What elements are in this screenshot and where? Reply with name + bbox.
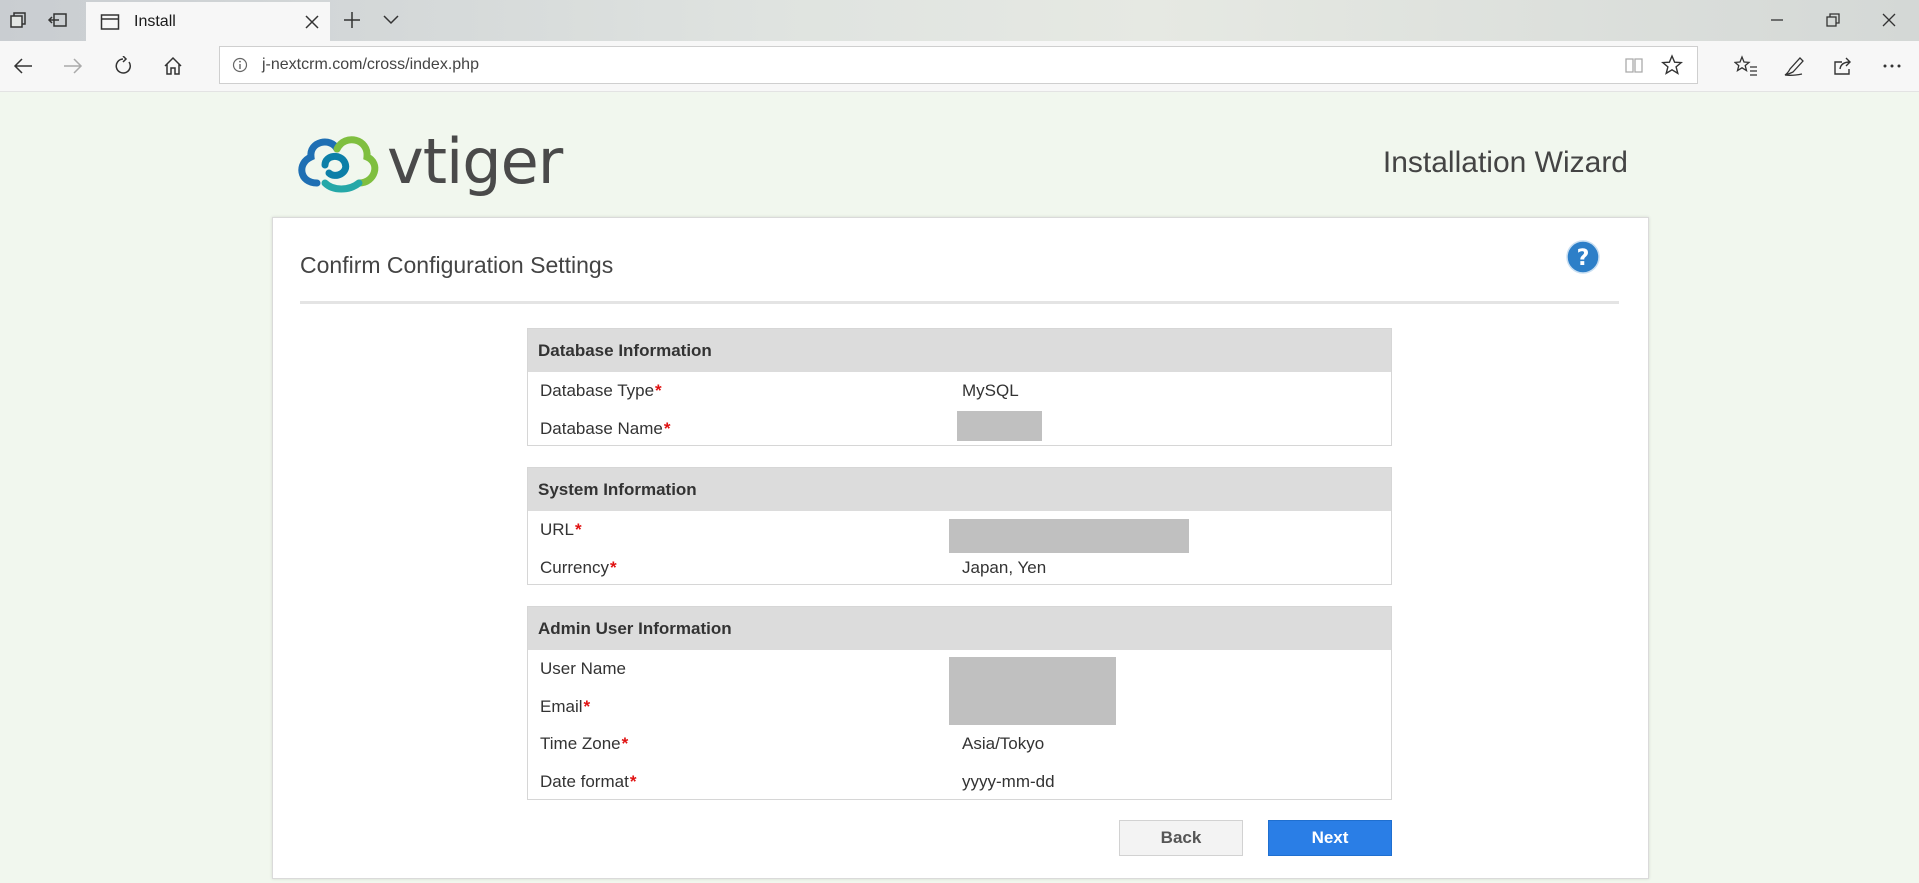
redacted-user-and-email	[949, 657, 1116, 725]
share-icon[interactable]	[1830, 53, 1856, 79]
card-divider	[300, 301, 1619, 304]
forward-icon[interactable]	[60, 53, 86, 79]
more-icon[interactable]	[1879, 53, 1905, 79]
favorite-star-icon[interactable]	[1659, 52, 1685, 78]
set-aside-tabs-icon[interactable]	[46, 8, 70, 32]
system-info-section: System Information URL* Currency* Japan,…	[527, 467, 1392, 585]
section-title: Database Information	[528, 329, 1391, 372]
field-label-user-name: User Name	[540, 659, 626, 678]
back-button[interactable]: Back	[1119, 820, 1243, 856]
vtiger-logo: vtiger	[295, 125, 585, 202]
config-card: Confirm Configuration Settings ? Databas…	[272, 217, 1649, 879]
section-title: Admin User Information	[528, 607, 1391, 650]
address-bar[interactable]: j-nextcrm.com/cross/index.php	[219, 46, 1698, 84]
field-label-currency: Currency*	[540, 558, 617, 577]
browser-nav-bar: j-nextcrm.com/cross/index.php	[0, 41, 1919, 92]
field-label-database-type: Database Type*	[540, 381, 662, 400]
database-info-section: Database Information Database Type* MySQ…	[527, 328, 1392, 446]
next-button[interactable]: Next	[1268, 820, 1392, 856]
field-label-email: Email*	[540, 697, 591, 716]
redacted-database-name	[957, 411, 1042, 441]
tab-manager-icon[interactable]	[6, 8, 30, 32]
field-value-currency: Japan, Yen	[962, 558, 1047, 577]
field-value-time-zone: Asia/Tokyo	[962, 734, 1045, 753]
redacted-url	[949, 519, 1189, 553]
tab-dropdown-icon[interactable]	[379, 8, 403, 32]
favorites-hub-icon[interactable]	[1733, 53, 1759, 79]
notes-pen-icon[interactable]	[1781, 53, 1807, 79]
browser-tab-install[interactable]: Install	[86, 2, 330, 41]
browser-tab-bar: Install	[0, 0, 1919, 41]
section-title: System Information	[528, 468, 1391, 511]
close-tab-icon[interactable]	[302, 12, 322, 32]
field-label-url: URL*	[540, 520, 582, 539]
reading-view-icon[interactable]	[1621, 52, 1647, 78]
field-label-time-zone: Time Zone*	[540, 734, 629, 753]
minimize-icon[interactable]	[1765, 8, 1789, 32]
home-icon[interactable]	[160, 53, 186, 79]
wizard-title: Installation Wizard	[1382, 146, 1628, 179]
tab-title: Install	[134, 12, 176, 30]
refresh-icon[interactable]	[110, 53, 136, 79]
new-tab-icon[interactable]	[340, 8, 364, 32]
logo-text: vtiger	[387, 125, 564, 197]
field-value-date-format: yyyy-mm-dd	[962, 772, 1055, 791]
field-value-database-type: MySQL	[962, 381, 1019, 400]
help-icon[interactable]: ?	[1566, 240, 1600, 274]
card-title: Confirm Configuration Settings	[300, 252, 614, 278]
site-info-icon[interactable]	[230, 55, 250, 75]
field-label-database-name: Database Name*	[540, 419, 671, 438]
tab-page-icon	[100, 13, 120, 30]
close-window-icon[interactable]	[1877, 8, 1901, 32]
address-url[interactable]: j-nextcrm.com/cross/index.php	[262, 56, 1621, 74]
admin-user-info-section: Admin User Information User Name Email* …	[527, 606, 1392, 800]
svg-text:?: ?	[1577, 246, 1590, 271]
field-label-date-format: Date format*	[540, 772, 637, 791]
restore-icon[interactable]	[1821, 8, 1845, 32]
back-icon[interactable]	[10, 53, 36, 79]
